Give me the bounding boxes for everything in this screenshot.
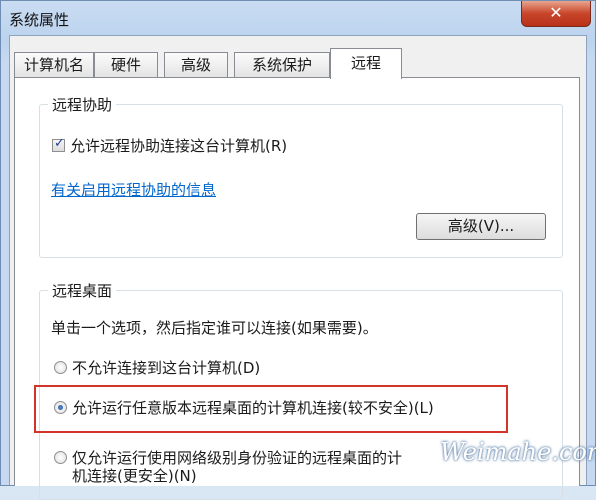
allow-remote-assistance-checkbox[interactable]: ✓ <box>52 136 65 152</box>
tab-label: 系统保护 <box>251 56 312 74</box>
tab-hardware[interactable]: 硬件 <box>94 52 158 78</box>
tab-label: 计算机名 <box>23 56 84 74</box>
checkmark-icon: ✓ <box>54 136 65 151</box>
advanced-button-label: 高级(V)... <box>447 217 515 235</box>
remote-desktop-instruction: 单击一个选项，然后指定谁可以连接(如果需要)。 <box>51 319 378 337</box>
tab-remote[interactable]: 远程 <box>330 48 402 79</box>
annotation-highlight-box <box>34 385 508 433</box>
tab-computer-name[interactable]: 计算机名 <box>14 52 94 78</box>
tab-label: 远程 <box>350 54 381 72</box>
close-button[interactable]: ✕ <box>521 1 591 27</box>
close-icon: ✕ <box>549 3 563 22</box>
radio-disallow-connections[interactable] <box>54 361 67 374</box>
window-title: 系统属性 <box>9 11 70 29</box>
remote-desktop-legend: 远程桌面 <box>48 280 117 301</box>
title-bar[interactable]: 系统属性 ✕ <box>1 1 595 35</box>
remote-assistance-info-link[interactable]: 有关启用远程协助的信息 <box>51 179 216 200</box>
tab-label: 硬件 <box>110 56 141 74</box>
allow-nla-only-label-line2[interactable]: 机连接(更安全)(N) <box>72 465 197 486</box>
radio-allow-nla-only[interactable] <box>54 451 67 464</box>
remote-assistance-group: 远程协助 ✓ 允许远程协助连接这台计算机(R) 有关启用远程协助的信息 高级(V… <box>39 94 563 258</box>
advanced-button[interactable]: 高级(V)... <box>416 213 546 240</box>
tab-label: 高级 <box>180 56 211 74</box>
watermark: Weimahe.com <box>440 438 596 466</box>
remote-assistance-legend: 远程协助 <box>48 94 117 115</box>
tab-system-protection[interactable]: 系统保护 <box>234 52 330 78</box>
disallow-connections-label[interactable]: 不允许连接到这台计算机(D) <box>72 357 260 378</box>
tab-advanced[interactable]: 高级 <box>164 52 228 78</box>
allow-remote-assistance-label[interactable]: 允许远程协助连接这台计算机(R) <box>70 135 287 156</box>
